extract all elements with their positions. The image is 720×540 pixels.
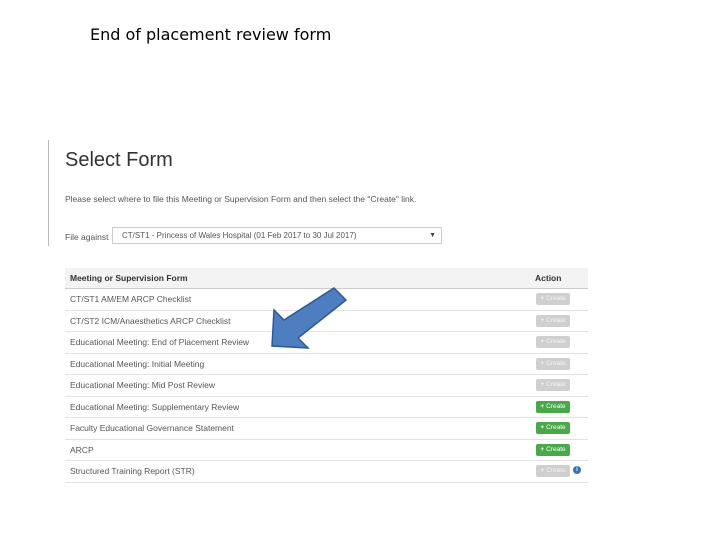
create-button-label: Create	[546, 359, 566, 367]
chevron-down-icon: ▼	[429, 232, 436, 239]
form-name: Faculty Educational Governance Statement	[70, 423, 234, 433]
file-against-select[interactable]: CT/ST1 - Princess of Wales Hospital (01 …	[112, 227, 442, 244]
create-button: + Create	[536, 379, 570, 391]
plus-icon: +	[540, 424, 545, 431]
create-button: + Create	[536, 314, 570, 327]
slide-title: End of placement review form	[90, 25, 332, 44]
plus-icon: +	[540, 445, 545, 453]
form-name: Educational Meeting: Mid Post Review	[70, 380, 216, 390]
table-row: ARCP + Create	[65, 440, 588, 461]
create-button: + Create	[536, 293, 570, 305]
table-row: Educational Meeting: Supplementary Revie…	[65, 397, 588, 418]
create-button-label: Create	[546, 445, 566, 453]
form-name: Educational Meeting: Initial Meeting	[70, 358, 205, 369]
plus-icon: +	[540, 402, 545, 410]
create-button-label: Create	[546, 424, 566, 431]
pointing-arrow-icon	[271, 287, 348, 349]
form-name: ARCP	[70, 444, 94, 455]
form-name: Educational Meeting: Supplementary Revie…	[70, 401, 240, 412]
plus-icon: +	[540, 381, 545, 388]
plus-icon: +	[540, 295, 545, 302]
create-button: + Create	[536, 336, 570, 348]
file-against-value: CT/ST1 - Princess of Wales Hospital (01 …	[122, 231, 357, 240]
create-button[interactable]: + Create	[536, 443, 570, 456]
plus-icon: +	[540, 316, 545, 324]
plus-icon: +	[540, 467, 545, 474]
create-button: + Create	[536, 357, 570, 370]
create-button: + Create	[536, 465, 570, 477]
create-button-label: Create	[546, 338, 566, 345]
plus-icon: +	[540, 338, 545, 345]
column-header-action: Action	[535, 273, 562, 283]
page-title: Select Form	[65, 149, 173, 171]
create-button-label: Create	[546, 316, 566, 324]
form-name: CT/ST2 ICM/Anaesthetics ARCP Checklist	[70, 315, 231, 326]
create-button-label: Create	[546, 402, 566, 410]
table-row: Structured Training Report (STR) + Create i	[65, 461, 588, 483]
create-button[interactable]: + Create	[536, 422, 570, 434]
column-header-form: Meeting or Supervision Form	[70, 273, 188, 283]
table-row: Faculty Educational Governance Statement…	[65, 418, 588, 440]
create-button[interactable]: + Create	[536, 400, 570, 413]
form-name: Structured Training Report (STR)	[70, 466, 195, 476]
plus-icon: +	[540, 359, 545, 367]
create-button-label: Create	[546, 467, 566, 474]
create-button-label: Create	[546, 295, 566, 302]
info-icon[interactable]: i	[573, 466, 581, 474]
form-name: Educational Meeting: End of Placement Re…	[70, 337, 250, 347]
panel-edge	[48, 140, 49, 246]
file-against-label: File against	[65, 232, 109, 242]
form-name: CT/ST1 AM/EM ARCP Checklist	[70, 294, 192, 304]
create-button-label: Create	[546, 381, 566, 388]
table-row: Educational Meeting: Mid Post Review + Cre…	[65, 375, 588, 397]
instructions-text: Please select where to file this Meeting…	[65, 194, 417, 204]
